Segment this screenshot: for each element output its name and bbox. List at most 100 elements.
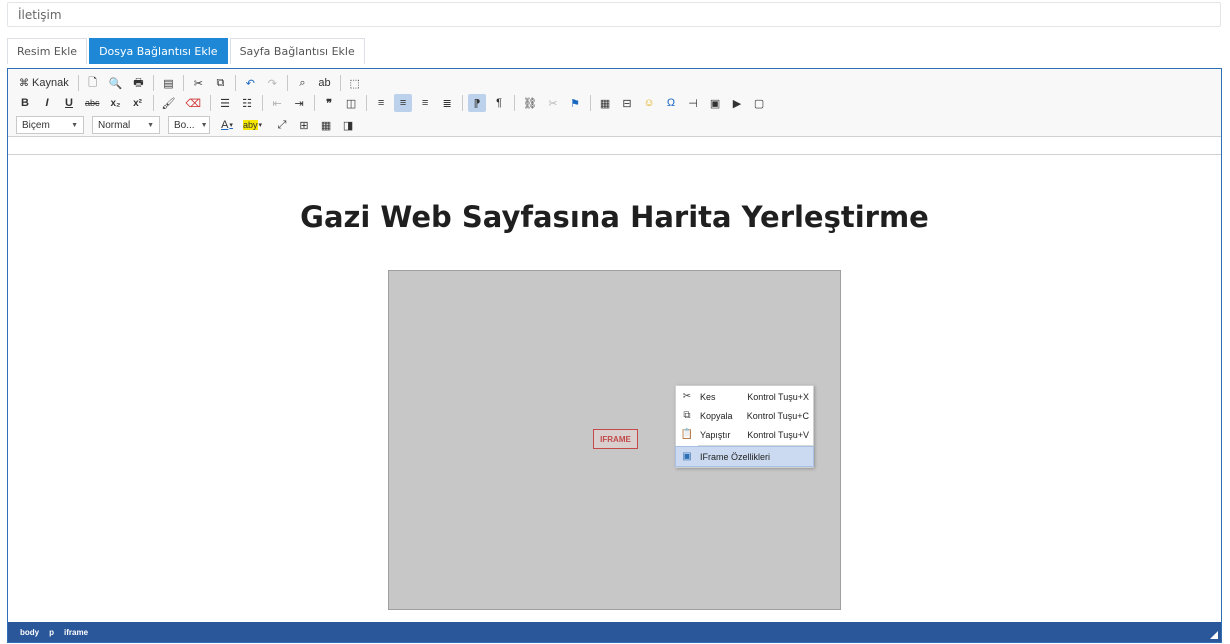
preview-icon[interactable]: 🔍 (106, 74, 126, 92)
templates-icon[interactable]: ▤ (159, 74, 177, 92)
insert-tabs: Resim Ekle Dosya Bağlantısı Ekle Sayfa B… (7, 38, 367, 66)
superscript-button[interactable]: x² (129, 94, 147, 112)
contact-field[interactable]: İletişim (7, 2, 1221, 27)
menu-item-label: Kes (700, 391, 716, 402)
iframe-placeholder: IFRAME (593, 429, 638, 449)
show-blocks-icon[interactable]: ⊞ (295, 116, 313, 134)
bg-color-label: aby (243, 120, 258, 130)
context-menu-cut[interactable]: ✂ Kes Kontrol Tuşu+X (676, 387, 813, 406)
align-left-icon[interactable]: ≡ (372, 94, 390, 112)
menu-item-shortcut: Kontrol Tuşu+X (747, 391, 809, 402)
paste-icon: 📋 (680, 429, 694, 440)
outdent-icon[interactable]: ⇤ (268, 94, 286, 112)
remove-format-icon[interactable]: ⌫ (182, 94, 204, 112)
tab-add-image[interactable]: Resim Ekle (7, 38, 88, 64)
toolbar-separator (77, 75, 79, 91)
embed-icon[interactable]: ▢ (750, 94, 768, 112)
indent-icon[interactable]: ⇥ (290, 94, 308, 112)
special-char-icon[interactable]: Ω (662, 94, 680, 112)
grid-icon[interactable]: ▦ (317, 116, 335, 134)
context-menu-paste[interactable]: 📋 Yapıştır Kontrol Tuşu+V (676, 425, 813, 444)
find-icon[interactable]: ⌕ (293, 74, 311, 92)
style-dropdown-value: Normal (98, 119, 131, 131)
new-page-icon[interactable]: 🗋 (84, 74, 102, 92)
cut-icon[interactable]: ✂ (189, 74, 207, 92)
bulleted-list-icon[interactable]: ☷ (238, 94, 256, 112)
redo-icon[interactable]: ↷ (263, 74, 281, 92)
print-icon[interactable]: 🖶 (129, 74, 147, 92)
context-menu: ✂ Kes Kontrol Tuşu+X ⧉ Kopyala Kontrol T… (675, 385, 814, 468)
toolbar-separator (590, 95, 592, 111)
style-dropdown[interactable]: Normal ▼ (92, 116, 160, 134)
smiley-icon[interactable]: ☺ (640, 94, 658, 112)
strike-button[interactable]: abc (82, 94, 103, 112)
chevron-down-icon: ▾ (229, 122, 233, 129)
toolbar-separator (339, 75, 341, 91)
italic-button[interactable]: I (38, 94, 56, 112)
source-label: Kaynak (32, 77, 69, 89)
horizontal-rule-icon[interactable]: ⊟ (618, 94, 636, 112)
subscript-button[interactable]: x₂ (107, 94, 125, 112)
rtl-direction-icon[interactable]: ¶ (490, 94, 508, 112)
chevron-down-icon: ▼ (147, 121, 154, 129)
editor-strip (8, 137, 1221, 155)
source-icon: ⌘ (19, 77, 29, 89)
source-button[interactable]: ⌘ Kaynak (16, 74, 72, 92)
page-title: Gazi Web Sayfasına Harita Yerleştirme (300, 200, 929, 234)
context-menu-copy[interactable]: ⧉ Kopyala Kontrol Tuşu+C (676, 406, 813, 425)
element-path-bar: body p iframe (8, 622, 1221, 642)
format-dropdown[interactable]: Biçem ▼ (16, 116, 84, 134)
undo-icon[interactable]: ↶ (241, 74, 259, 92)
align-justify-icon[interactable]: ≣ (438, 94, 456, 112)
blockquote-icon[interactable]: ❞ (320, 94, 338, 112)
context-menu-iframe-properties[interactable]: ▣ IFrame Özellikleri (675, 446, 814, 467)
underline-button[interactable]: U (60, 94, 78, 112)
font-color-button[interactable]: A ▾ (218, 116, 236, 134)
toolbar-separator (314, 95, 316, 111)
chevron-down-icon: ▾ (258, 122, 263, 129)
align-center-icon[interactable]: ≡ (394, 94, 413, 112)
select-all-icon[interactable]: ⬚ (346, 74, 364, 92)
ltr-direction-icon[interactable]: ⁋ (468, 94, 487, 112)
iframe-icon[interactable]: ▣ (706, 94, 724, 112)
align-right-icon[interactable]: ≡ (416, 94, 434, 112)
path-body[interactable]: body (20, 628, 39, 637)
path-iframe[interactable]: iframe (64, 628, 88, 637)
font-color-label: A (221, 119, 229, 131)
tab-add-page-link[interactable]: Sayfa Bağlantısı Ekle (229, 38, 365, 64)
copy-format-icon[interactable]: 🖌 (159, 94, 179, 112)
menu-item-label: Kopyala (700, 410, 733, 421)
menu-separator (698, 445, 813, 446)
resize-handle-icon[interactable] (1210, 631, 1218, 639)
numbered-list-icon[interactable]: ☰ (216, 94, 234, 112)
page-break-icon[interactable]: ⊣ (684, 94, 702, 112)
table-icon[interactable]: ▦ (596, 94, 614, 112)
maximize-icon[interactable]: ⤢ (273, 116, 291, 134)
menu-item-label: Yapıştır (700, 429, 731, 440)
menu-item-label: IFrame Özellikleri (700, 451, 771, 462)
toolbar-separator (235, 75, 237, 91)
unlink-icon[interactable]: ✂ (544, 94, 562, 112)
div-container-icon[interactable]: ◫ (342, 94, 360, 112)
menu-item-shortcut: Kontrol Tuşu+V (747, 429, 809, 440)
size-dropdown-value: Bo... (174, 119, 195, 131)
link-icon[interactable]: ⛓ (520, 94, 540, 112)
editor-content[interactable]: Gazi Web Sayfasına Harita Yerleştirme IF… (8, 156, 1221, 622)
toolbar-separator (366, 95, 368, 111)
menu-item-shortcut: Kontrol Tuşu+C (746, 410, 809, 421)
bg-color-button[interactable]: aby ▾ (240, 116, 265, 134)
layout-icon[interactable]: ◨ (339, 116, 357, 134)
copy-icon[interactable]: ⧉ (211, 74, 229, 92)
youtube-icon[interactable]: ▶ (728, 94, 746, 112)
toolbar-separator (514, 95, 516, 111)
toolbar-separator (462, 95, 464, 111)
bold-button[interactable]: B (16, 94, 34, 112)
anchor-flag-icon[interactable]: ⚑ (566, 94, 584, 112)
cut-icon: ✂ (682, 391, 692, 402)
path-p[interactable]: p (49, 628, 54, 637)
toolbar-separator (153, 75, 155, 91)
toolbar-separator (262, 95, 264, 111)
size-dropdown[interactable]: Bo... ▼ (168, 116, 210, 134)
replace-icon[interactable]: ab (315, 74, 333, 92)
tab-add-file-link[interactable]: Dosya Bağlantısı Ekle (89, 38, 228, 64)
